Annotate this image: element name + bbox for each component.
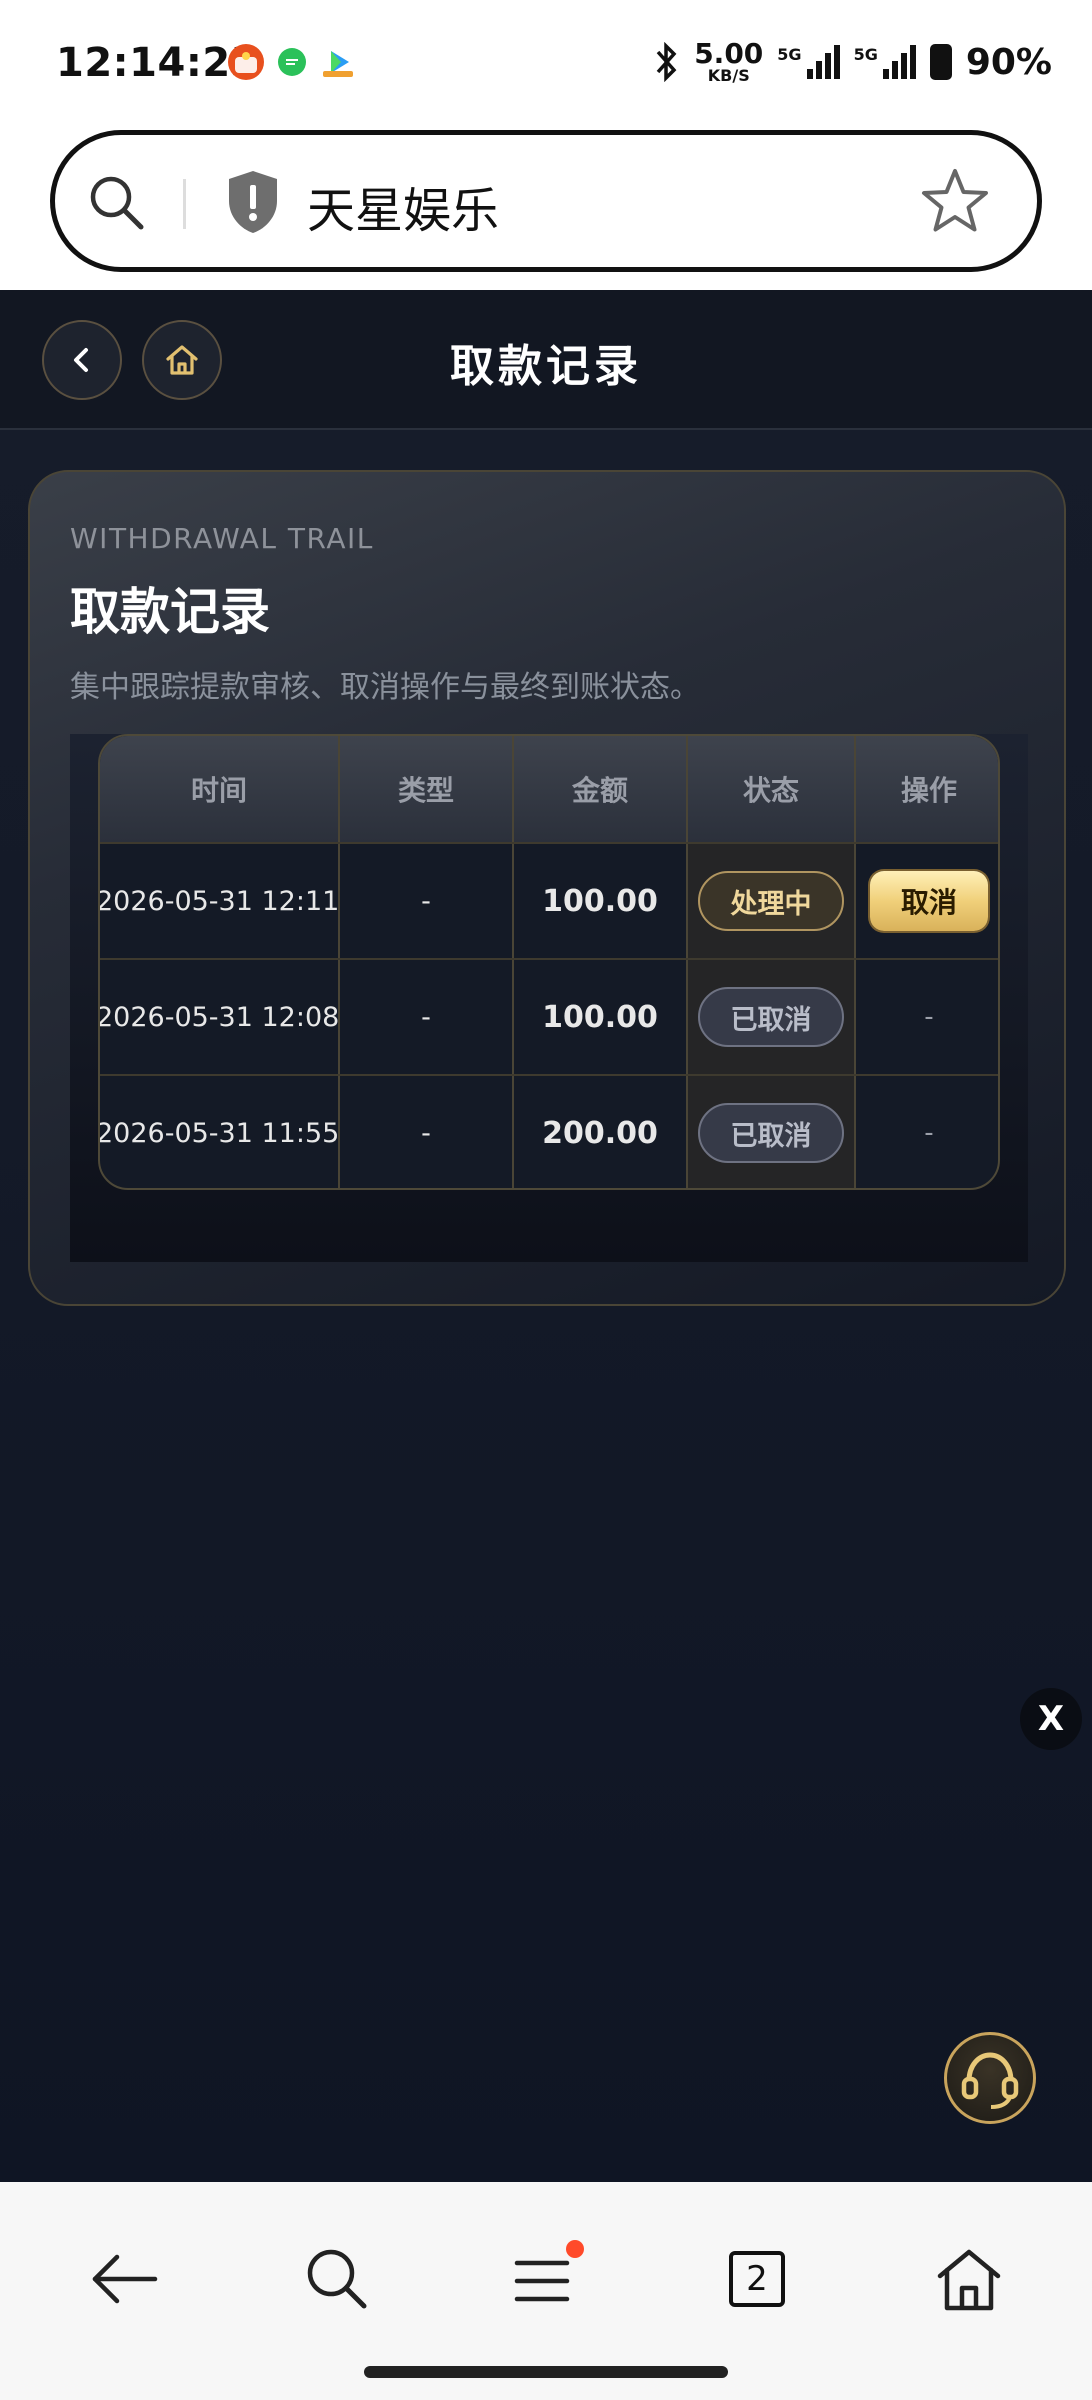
security-warning-icon[interactable] — [223, 167, 283, 237]
nav-tabs-button[interactable]: 2 — [712, 2234, 802, 2324]
notification-icons — [228, 44, 356, 80]
address-text[interactable]: 天星娱乐 — [307, 171, 499, 241]
table-header: 时间 类型 金额 状态 操作 — [100, 736, 998, 842]
home-indicator[interactable] — [364, 2366, 728, 2378]
cell-action: 取消 — [856, 844, 998, 958]
status-badge-cancelled: 已取消 — [698, 987, 844, 1047]
divider — [183, 179, 186, 229]
nav-back-button[interactable] — [80, 2234, 170, 2324]
cancel-withdrawal-button[interactable]: 取消 — [870, 871, 988, 931]
battery-icon — [929, 44, 952, 80]
cell-action: - — [856, 1076, 998, 1188]
column-header-status: 状态 — [688, 736, 856, 842]
signal-2-icon: 5G — [854, 45, 916, 79]
menu-icon — [514, 2240, 584, 2302]
cell-status: 已取消 — [688, 1076, 856, 1188]
tab-count-icon: 2 — [729, 2251, 785, 2307]
nav-menu-button[interactable] — [500, 2234, 590, 2324]
page-title: 取款记录 — [450, 341, 642, 392]
withdrawal-table: 时间 类型 金额 状态 操作 2026-05-31 12:11:37 - 100… — [98, 734, 1000, 1190]
table-container[interactable]: 时间 类型 金额 状态 操作 2026-05-31 12:11:37 - 100… — [70, 734, 1028, 1262]
battery-percent: 90% — [965, 41, 1052, 83]
search-icon[interactable] — [85, 171, 149, 235]
no-action-text: - — [924, 1002, 934, 1032]
cell-type: - — [340, 844, 514, 958]
cell-status: 处理中 — [688, 844, 856, 958]
customer-support-button[interactable] — [944, 2032, 1036, 2124]
table-row: 2026-05-31 11:55:39 - 200.00 已取消 - — [100, 1074, 998, 1188]
bluetooth-icon — [656, 42, 677, 82]
column-header-type: 类型 — [340, 736, 514, 842]
nav-search-button[interactable] — [292, 2234, 382, 2324]
no-action-text: - — [924, 1118, 934, 1148]
cell-type: - — [340, 1076, 514, 1188]
cell-amount: 100.00 — [514, 844, 688, 958]
status-badge-processing: 处理中 — [698, 871, 844, 931]
browser-toolbar: 天星娱乐 — [0, 130, 1092, 290]
card-eyebrow: WITHDRAWAL TRAIL — [70, 522, 374, 555]
cell-amount: 200.00 — [514, 1076, 688, 1188]
cell-amount: 100.00 — [514, 960, 688, 1074]
column-header-time: 时间 — [100, 736, 340, 842]
bookmark-star-icon[interactable] — [919, 165, 991, 237]
signal-1-icon: 5G — [777, 45, 840, 79]
table-row: 2026-05-31 12:11:37 - 100.00 处理中 取消 — [100, 842, 998, 958]
chat-app-icon — [278, 48, 306, 76]
system-status: 5.00 KB/S 5G 5G 90% — [654, 40, 1052, 84]
cell-action: - — [856, 960, 998, 1074]
cell-type: - — [340, 960, 514, 1074]
page-header: 取款记录 — [0, 290, 1092, 430]
headset-icon — [961, 2052, 1019, 2109]
close-support-button[interactable]: X — [1020, 1688, 1082, 1750]
table-row: 2026-05-31 12:08:25 - 100.00 已取消 - — [100, 958, 998, 1074]
nav-home-button[interactable] — [924, 2234, 1014, 2324]
network-speed: 5.00 KB/S — [694, 37, 764, 85]
app-page: 取款记录 WITHDRAWAL TRAIL 取款记录 集中跟踪提款审核、取消操作… — [0, 290, 1092, 2182]
card-title: 取款记录 — [70, 583, 270, 641]
withdrawal-card: WITHDRAWAL TRAIL 取款记录 集中跟踪提款审核、取消操作与最终到账… — [28, 470, 1066, 1306]
video-app-icon — [320, 44, 356, 80]
cell-status: 已取消 — [688, 960, 856, 1074]
app-notification-icon — [228, 44, 264, 80]
column-header-amount: 金额 — [514, 736, 688, 842]
cell-time: 2026-05-31 11:55:39 — [100, 1076, 340, 1188]
search-icon — [307, 2249, 367, 2309]
home-icon — [937, 2249, 1001, 2311]
cell-time: 2026-05-31 12:11:37 — [100, 844, 340, 958]
address-bar[interactable]: 天星娱乐 — [50, 130, 1042, 272]
card-description: 集中跟踪提款审核、取消操作与最终到账状态。 — [70, 670, 700, 705]
status-badge-cancelled: 已取消 — [698, 1103, 844, 1163]
status-bar: 12:14:23 5.00 KB/S 5G 5G 90% — [0, 0, 1092, 130]
cell-time: 2026-05-31 12:08:25 — [100, 960, 340, 1074]
arrow-left-icon — [92, 2254, 158, 2304]
column-header-action: 操作 — [900, 774, 957, 807]
